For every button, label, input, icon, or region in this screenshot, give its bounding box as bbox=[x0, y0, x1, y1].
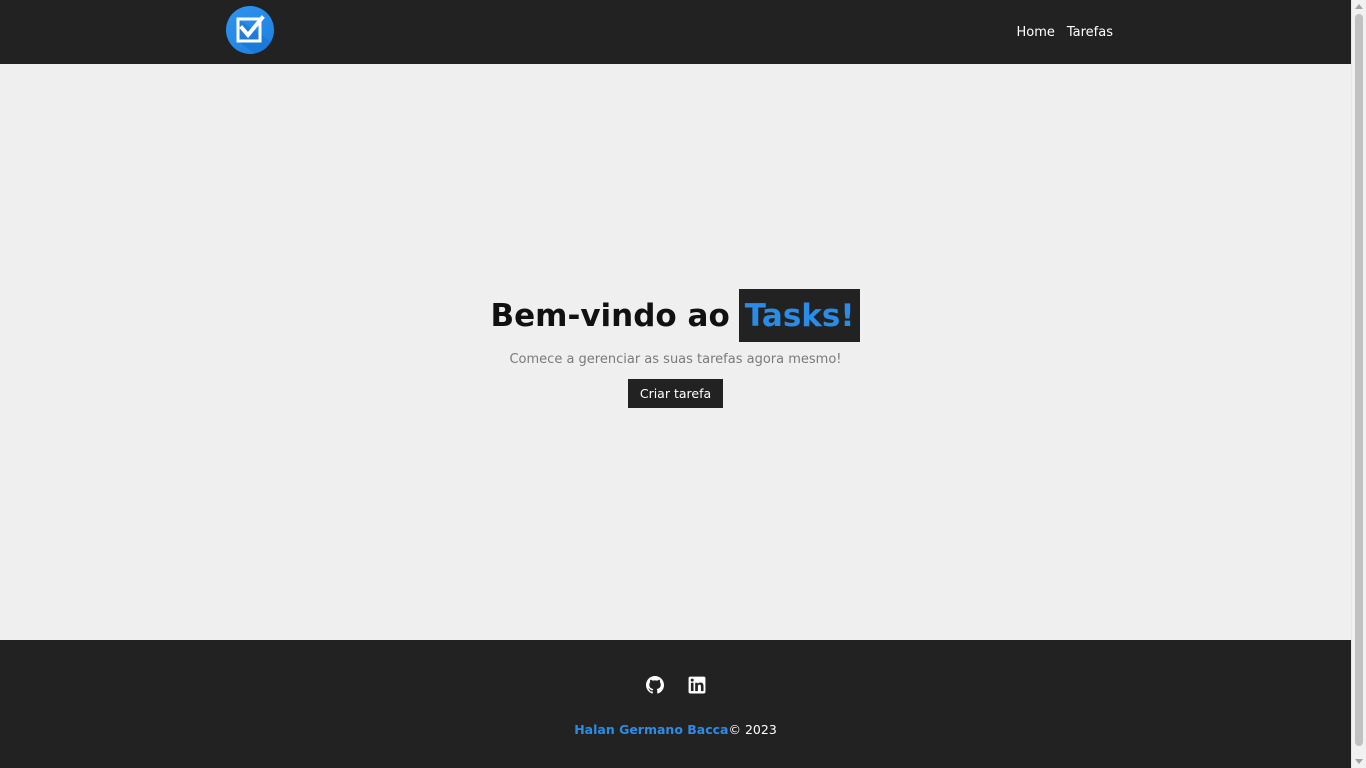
logo[interactable] bbox=[226, 6, 274, 54]
github-link[interactable] bbox=[646, 676, 664, 694]
page-title: Bem-vindo ao Tasks! bbox=[491, 289, 861, 342]
linkedin-icon bbox=[688, 676, 706, 694]
page: Home Tarefas Bem-vindo ao Tasks! Comece … bbox=[0, 0, 1351, 768]
top-navbar: Home Tarefas bbox=[0, 0, 1351, 64]
nav-link-tarefas[interactable]: Tarefas bbox=[1067, 25, 1113, 40]
footer: Halan Germano Bacca© 2023 bbox=[0, 640, 1351, 768]
copyright: Halan Germano Bacca© 2023 bbox=[0, 722, 1351, 737]
main-nav: Home Tarefas bbox=[1016, 0, 1113, 64]
checkbox-check-icon bbox=[236, 15, 274, 54]
nav-link-home[interactable]: Home bbox=[1016, 25, 1054, 40]
title-brand: Tasks! bbox=[738, 289, 861, 342]
linkedin-link[interactable] bbox=[688, 676, 706, 694]
title-prefix: Bem-vindo ao bbox=[490, 297, 730, 334]
vertical-scrollbar[interactable] bbox=[1351, 0, 1366, 768]
github-icon bbox=[646, 676, 664, 694]
create-task-button[interactable]: Criar tarefa bbox=[627, 379, 724, 408]
hero-section: Bem-vindo ao Tasks! Comece a gerenciar a… bbox=[0, 64, 1351, 640]
scroll-up-arrow-icon[interactable] bbox=[1355, 4, 1363, 9]
author-link[interactable]: Halan Germano Bacca bbox=[574, 722, 728, 737]
scroll-down-arrow-icon[interactable] bbox=[1355, 759, 1363, 764]
copyright-year: © 2023 bbox=[728, 722, 777, 737]
hero-subtitle: Comece a gerenciar as suas tarefas agora… bbox=[509, 352, 842, 367]
scroll-thumb[interactable] bbox=[1355, 14, 1363, 746]
